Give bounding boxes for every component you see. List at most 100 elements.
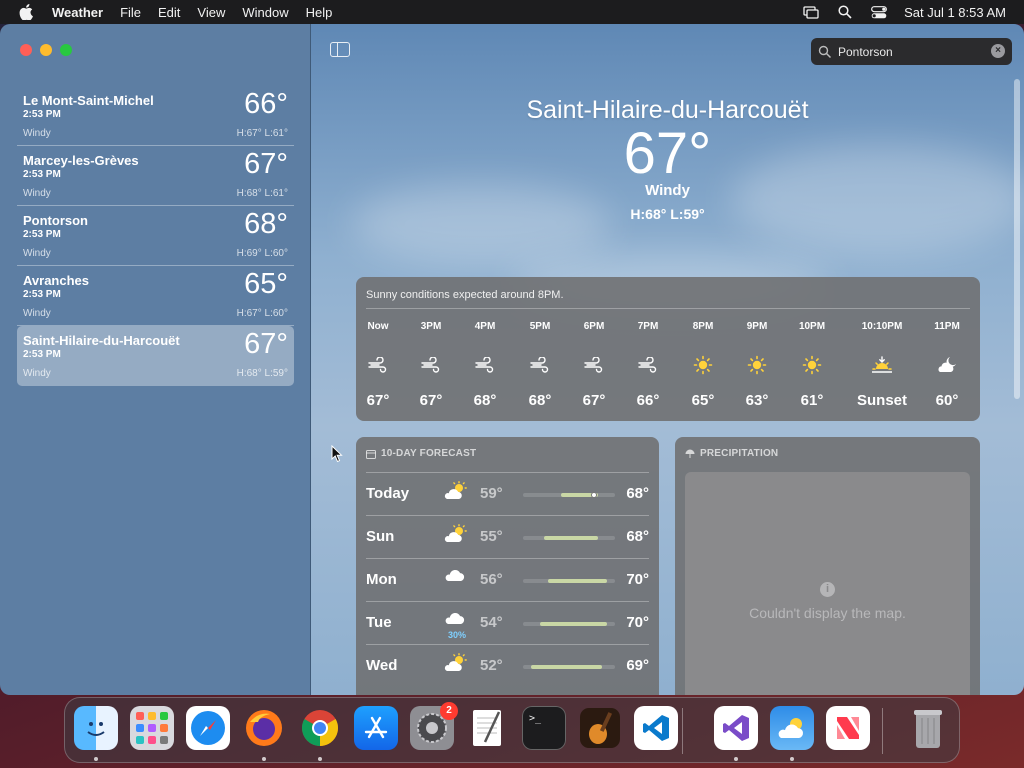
location-name: Le Mont-Saint-Michel [23,93,154,108]
forecast-day: Mon [366,571,397,588]
hour-label: 11PM [934,321,960,332]
hour-temp: 68° [473,392,497,409]
moon-cloud-icon [922,345,972,385]
menu-bar: Weather File Edit View Window Help Sat J… [0,0,1024,24]
sidebar-toggle-icon[interactable] [330,42,350,57]
running-indicator [318,757,322,761]
card-header: 10-DAY FORECAST [366,448,476,459]
precipitation-card[interactable]: PRECIPITATION i Couldn't display the map… [675,437,980,695]
window-controls [20,44,72,56]
minimize-window-button[interactable] [40,44,52,56]
news-icon[interactable] [826,706,870,750]
hour-temp: 68° [528,392,552,409]
spotlight-search-icon[interactable] [836,5,854,19]
clear-search-icon[interactable]: × [991,44,1005,58]
forecast-high: 68° [626,485,649,502]
location-name: Saint-Hilaire-du-Harcouët [23,333,180,348]
locations-sidebar: Le Mont-Saint-Michel 2:53 PM Windy 66° H… [0,24,311,695]
temp-range-track [523,536,615,540]
menu-help[interactable]: Help [306,5,333,20]
hour-column: 8PM 65° [678,321,728,409]
screen-mirroring-icon[interactable] [802,5,820,19]
location-temp: 66° [244,88,288,120]
sunset-icon [852,345,912,385]
safari-icon[interactable] [186,706,230,750]
menu-edit[interactable]: Edit [158,5,180,20]
forecast-high: 69° [626,657,649,674]
sun-icon [787,345,837,385]
visual-studio-icon[interactable] [714,706,758,750]
control-center-icon[interactable] [870,5,888,19]
launchpad-icon[interactable] [130,706,174,750]
hour-column: 10PM 61° [787,321,837,409]
app-store-icon[interactable] [354,706,398,750]
search-input[interactable] [838,44,988,59]
dock-separator [682,708,683,754]
forecast-low: 52° [480,657,503,674]
vscode-icon[interactable] [634,706,678,750]
forecast-row[interactable]: Sun 55° 68° [366,516,649,558]
ten-day-forecast-card[interactable]: 10-DAY FORECAST Today 59° 68° Sun 55° 68° Mon 5… [356,437,659,695]
forecast-row[interactable]: Wed 52° 69° [366,645,649,687]
location-list: Le Mont-Saint-Michel 2:53 PM Windy 66° H… [17,86,294,386]
menu-file[interactable]: File [120,5,141,20]
location-condition: Windy [23,188,51,199]
terminal-icon[interactable]: >_ [522,706,566,750]
chrome-icon[interactable] [298,706,342,750]
weather-window: Le Mont-Saint-Michel 2:53 PM Windy 66° H… [0,24,1024,695]
location-item-selected[interactable]: Saint-Hilaire-du-Harcouët 2:53 PM Windy … [17,326,294,386]
hour-label: 8PM [692,321,714,332]
location-item[interactable]: Le Mont-Saint-Michel 2:53 PM Windy 66° H… [17,86,294,146]
current-temp-marker [591,492,598,498]
umbrella-icon [685,449,695,458]
temp-range-bar [543,536,599,540]
hour-temp: 67° [582,392,606,409]
forecast-high: 70° [626,614,649,631]
precipitation-map[interactable]: i Couldn't display the map. [685,472,970,695]
search-field[interactable]: × [811,38,1012,65]
finder-icon[interactable] [74,706,118,750]
hour-column: 4PM 68° [460,321,510,409]
firefox-icon[interactable] [242,706,286,750]
forecast-row[interactable]: Mon 56° 70° [366,559,649,601]
location-item[interactable]: Pontorson 2:53 PM Windy 68° H:69° L:60° [17,206,294,266]
garageband-icon[interactable] [578,706,622,750]
hourly-forecast-card[interactable]: Sunny conditions expected around 8PM. No… [356,277,980,421]
zoom-window-button[interactable] [60,44,72,56]
menu-app-name[interactable]: Weather [52,5,103,20]
hourly-summary: Sunny conditions expected around 8PM. [366,289,564,301]
info-icon: i [820,582,835,597]
hour-label: 6PM [583,321,605,332]
temp-range-track [523,579,615,583]
textedit-icon[interactable] [466,706,510,750]
menu-window[interactable]: Window [242,5,288,20]
close-window-button[interactable] [20,44,32,56]
weather-icon[interactable] [770,706,814,750]
location-high-low: H:67° L:60° [236,308,288,319]
divider [366,308,970,309]
sun-icon [678,345,728,385]
forecast-low: 55° [480,528,503,545]
mouse-pointer-icon [331,445,343,463]
location-name: Avranches [23,273,89,288]
menu-bar-clock[interactable]: Sat Jul 1 8:53 AM [904,5,1006,20]
location-time: 2:53 PM [23,289,61,300]
card-header: PRECIPITATION [685,448,778,459]
forecast-high: 70° [626,571,649,588]
calendar-icon [366,449,376,459]
trash-icon[interactable] [906,706,950,750]
forecast-row[interactable]: Today 59° 68° [366,473,649,515]
hour-column: 7PM 66° [623,321,673,409]
hour-temp: 60° [935,392,959,409]
wind-icon [353,345,403,385]
hour-temp: 66° [636,392,660,409]
menu-view[interactable]: View [197,5,225,20]
apple-menu-icon[interactable] [18,4,34,20]
location-item[interactable]: Marcey-les-Grèves 2:53 PM Windy 67° H:68… [17,146,294,206]
dock-separator [882,708,883,754]
location-temp: 67° [244,148,288,180]
location-item[interactable]: Avranches 2:53 PM Windy 65° H:67° L:60° [17,266,294,326]
wind-icon [569,345,619,385]
forecast-row[interactable]: Tue 30% 54° 70° [366,602,649,644]
temp-range-bar [539,622,607,626]
